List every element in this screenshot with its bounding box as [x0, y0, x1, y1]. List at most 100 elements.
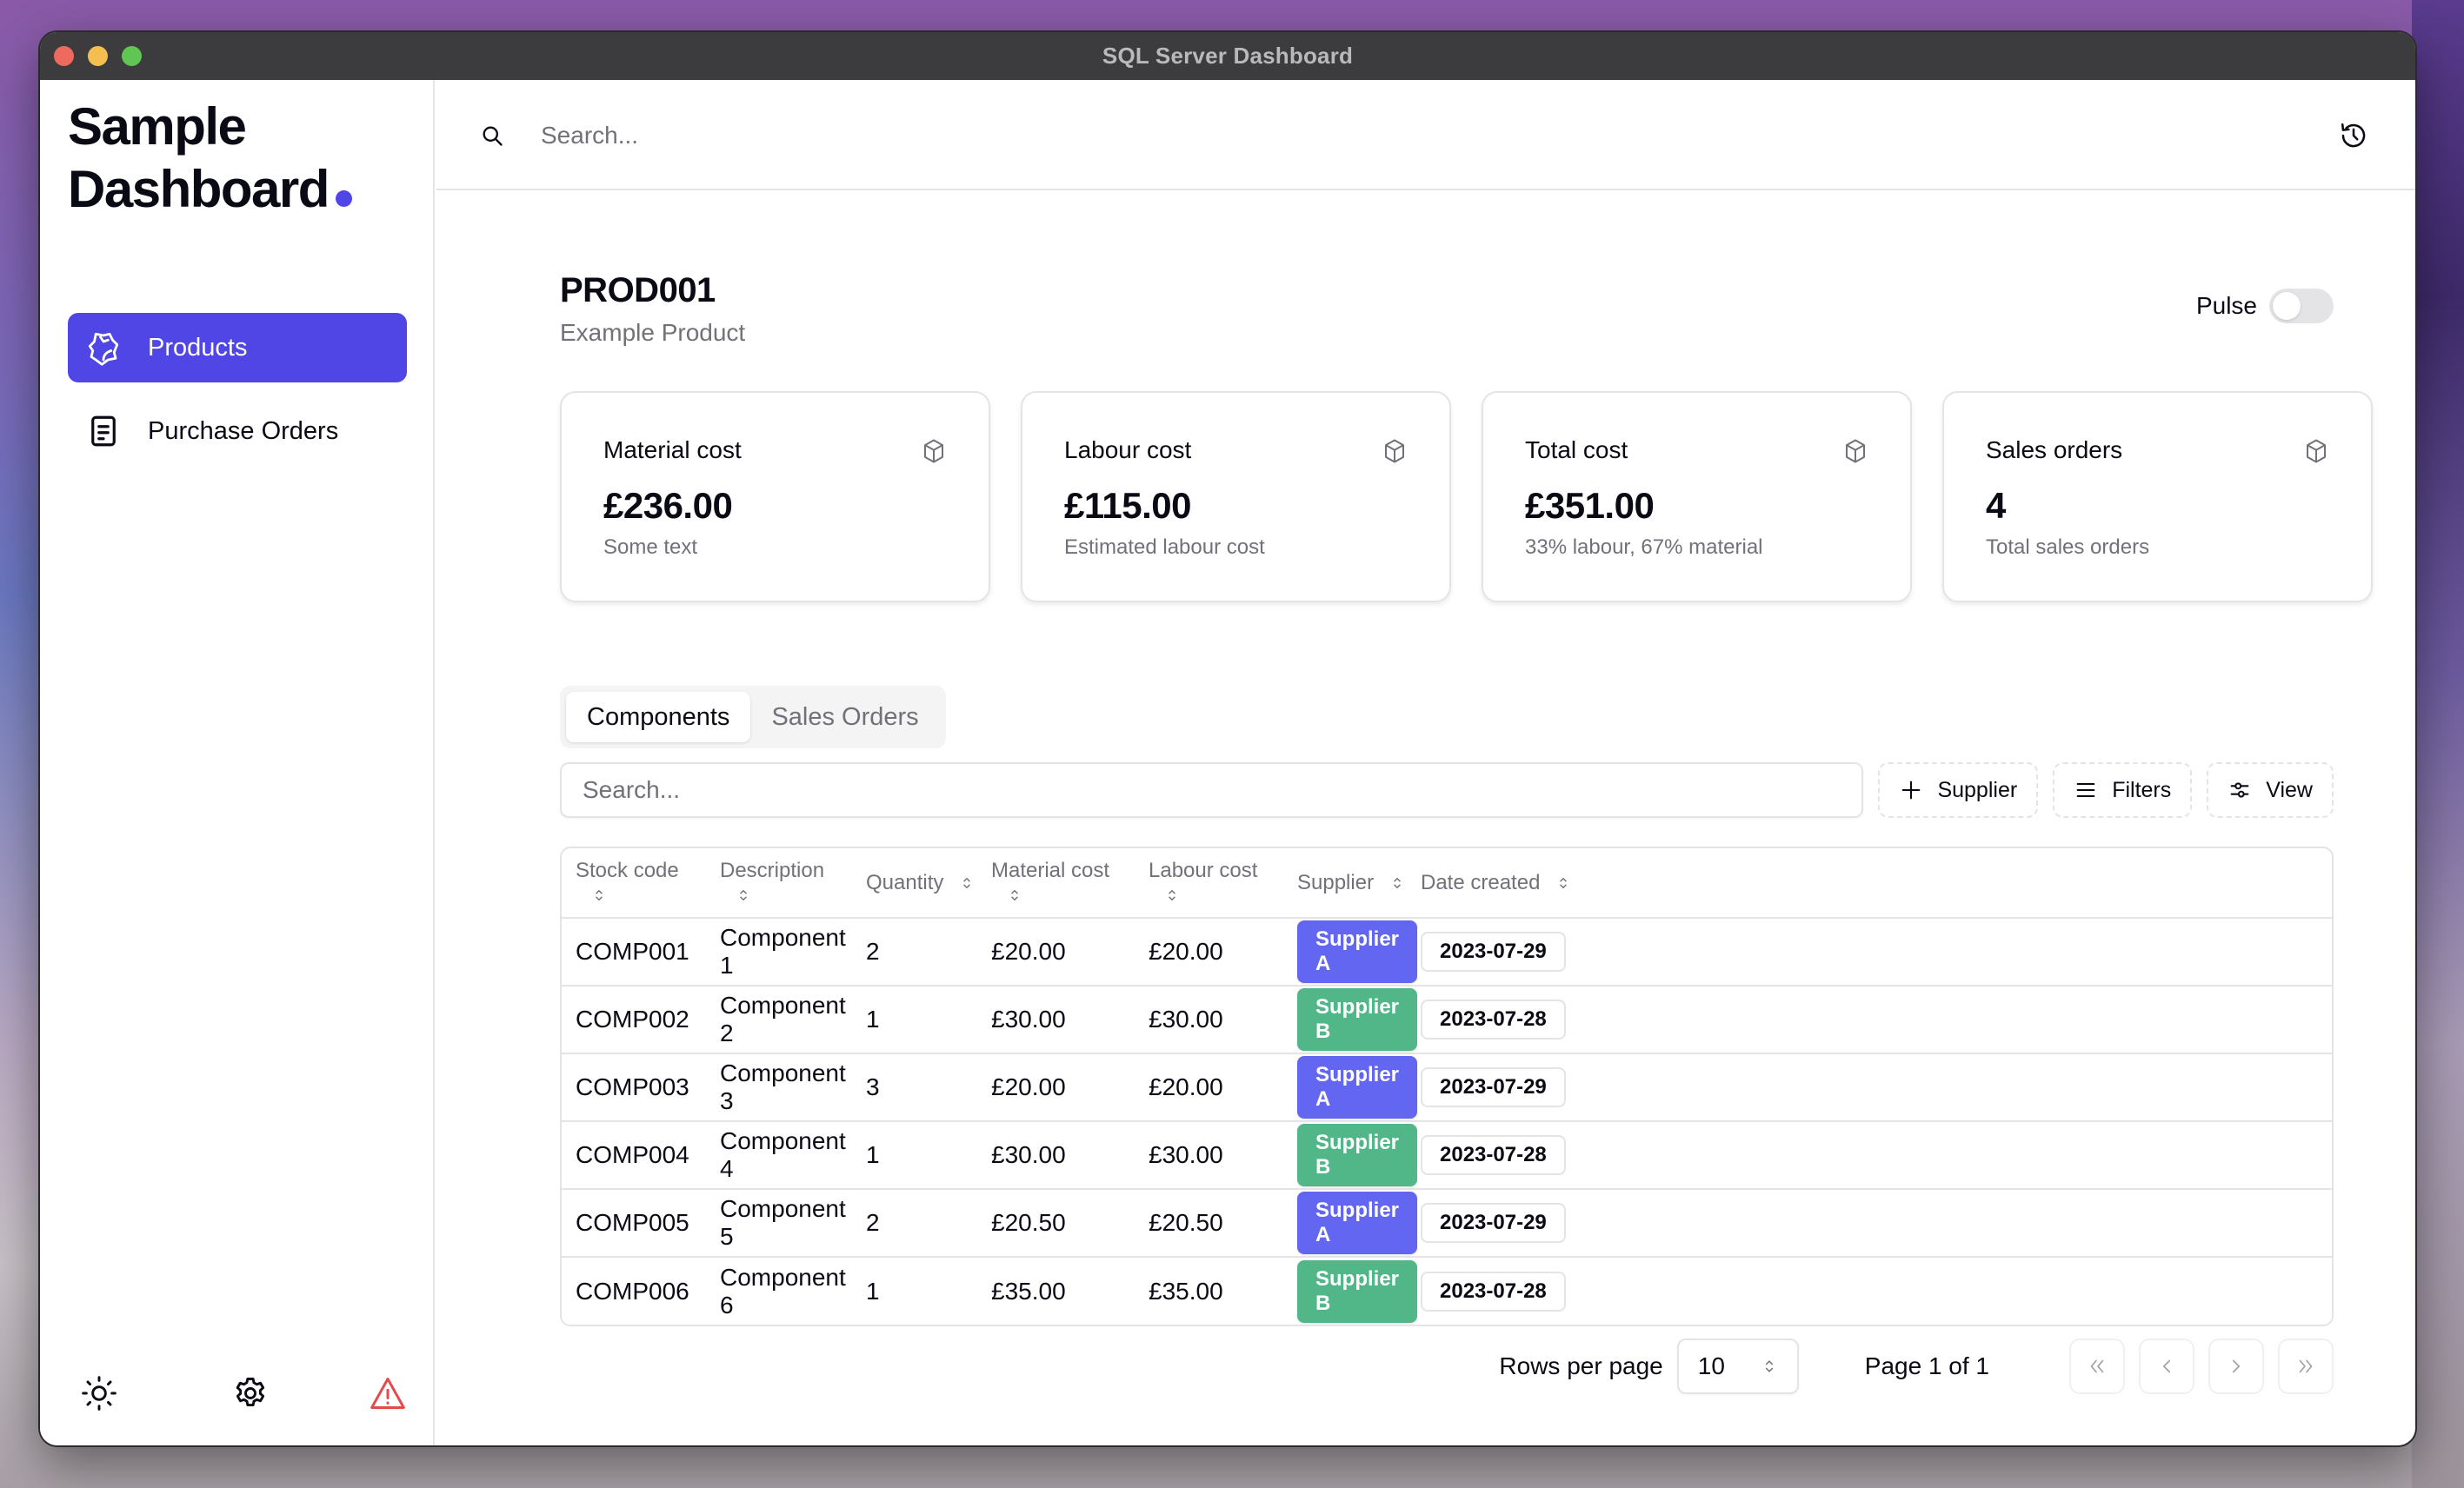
table-row[interactable]: COMP005 Component 5 2 £20.50 £20.50 Supplier … — [562, 1189, 2332, 1258]
gear-icon[interactable] — [231, 1374, 270, 1412]
menu-icon — [2076, 782, 2095, 798]
cell-date-created: 2023-07-28 — [1407, 1121, 2332, 1190]
cell-labour-cost: £35.00 — [1149, 1277, 1223, 1305]
app-window: SQL Server Dashboard Sample Dashboard Pr… — [40, 32, 2415, 1445]
warning-icon[interactable] — [369, 1374, 407, 1412]
close-window-button[interactable] — [54, 46, 74, 66]
sort-icon[interactable] — [1007, 885, 1022, 906]
window-controls — [54, 46, 142, 66]
table-row[interactable]: COMP006 Component 6 1 £35.00 £35.00 Supplier … — [562, 1257, 2332, 1325]
table-row[interactable]: COMP001 Component 1 2 £20.00 £20.00 Supplier … — [562, 918, 2332, 986]
sliders-icon — [2230, 782, 2249, 798]
sidebar-item-products[interactable]: Products — [68, 313, 407, 382]
sort-icon[interactable] — [591, 885, 607, 906]
sort-icon[interactable] — [736, 885, 751, 906]
rows-per-page-label: Rows per page — [1499, 1352, 1663, 1379]
cell-material-cost: £20.00 — [977, 1053, 1135, 1122]
next-page-button[interactable] — [2208, 1339, 2264, 1394]
card-subtext: Total sales orders — [1986, 535, 2150, 559]
cell-description: Component 2 — [706, 986, 852, 1054]
table-search-input[interactable] — [560, 762, 1864, 818]
rows-per-page-select[interactable]: 10 — [1676, 1339, 1799, 1394]
supplier-badge: Supplier A — [1297, 1192, 1418, 1254]
main-content: PROD001 Example Product Pulse Material c… — [436, 80, 2415, 1445]
filters-button-label: Filters — [2112, 777, 2172, 802]
date-chip: 2023-07-28 — [1421, 1135, 1566, 1175]
rows-per-page-value: 10 — [1697, 1352, 1725, 1379]
sort-icon[interactable] — [1555, 873, 1571, 893]
column-header-description[interactable]: Description — [706, 848, 852, 919]
cell-stock-code: COMP002 — [562, 986, 706, 1054]
column-header-supplier[interactable]: Supplier — [1283, 848, 1407, 919]
stat-card-sales-orders: Sales orders 4 Total sales orders — [1942, 391, 2373, 602]
page-header: PROD001 Example Product — [560, 271, 745, 347]
cell-quantity: 2 — [852, 918, 977, 986]
column-header-material-cost[interactable]: Material cost — [977, 848, 1135, 919]
column-header-labour-cost[interactable]: Labour cost — [1135, 848, 1283, 919]
filters-button[interactable]: Filters — [2053, 762, 2193, 818]
last-page-button[interactable] — [2278, 1339, 2334, 1394]
sidebar-item-label: Products — [148, 333, 248, 362]
chevrons-left-icon — [2090, 1359, 2104, 1373]
cell-material-cost: £30.00 — [977, 986, 1135, 1054]
column-header-quantity[interactable]: Quantity — [852, 848, 977, 919]
cell-quantity: 3 — [852, 1053, 977, 1122]
supplier-filter-button[interactable]: Supplier — [1878, 762, 2039, 818]
table-toolbar: Supplier Filters View — [560, 762, 2334, 818]
tab-list: Components Sales Orders — [560, 686, 946, 748]
sun-icon[interactable] — [80, 1374, 118, 1412]
cell-date-created: 2023-07-29 — [1407, 918, 2332, 986]
column-header-stock-code[interactable]: Stock code — [562, 848, 706, 919]
page-title: PROD001 — [560, 271, 716, 309]
tab-components[interactable]: Components — [566, 692, 751, 742]
cell-quantity: 2 — [852, 1189, 977, 1258]
brand-line-2: Dashboard — [68, 160, 330, 218]
supplier-badge: Supplier B — [1297, 1124, 1418, 1186]
cell-quantity: 1 — [852, 1121, 977, 1190]
sort-icon[interactable] — [1389, 873, 1405, 893]
sidebar-item-purchase-orders[interactable]: Purchase Orders — [68, 396, 407, 466]
table-row[interactable]: COMP002 Component 2 1 £30.00 £30.00 Supplier … — [562, 986, 2332, 1054]
cell-material-cost: £20.00 — [977, 918, 1135, 986]
page-info: Page 1 of 1 — [1864, 1352, 1989, 1379]
history-icon[interactable] — [2339, 121, 2368, 150]
table-body: COMP001 Component 1 2 £20.00 £20.00 Supplier … — [562, 918, 2332, 1325]
sidebar-nav: Products Purchase Orders — [68, 313, 407, 480]
sort-icon[interactable] — [959, 873, 975, 893]
card-subtext: Some text — [603, 535, 698, 559]
brand-logo: Sample Dashboard — [68, 96, 352, 221]
cube-icon — [1842, 438, 1868, 464]
cube-icon — [921, 438, 947, 464]
column-header-label: Date created — [1421, 870, 1541, 894]
cell-labour-cost: £30.00 — [1135, 986, 1283, 1054]
first-page-button[interactable] — [2069, 1339, 2125, 1394]
view-button[interactable]: View — [2207, 762, 2334, 818]
sort-icon[interactable] — [1164, 885, 1180, 906]
sidebar: Sample Dashboard Products Purchase Order… — [40, 80, 435, 1445]
minimize-window-button[interactable] — [88, 46, 108, 66]
previous-page-button[interactable] — [2139, 1339, 2194, 1394]
date-chip: 2023-07-29 — [1421, 932, 1566, 972]
table-row[interactable]: COMP003 Component 3 3 £20.00 £20.00 Supplier … — [562, 1053, 2332, 1122]
pulse-toggle[interactable] — [2269, 289, 2334, 323]
cell-quantity: 1 — [852, 986, 977, 1054]
page-subtitle: Example Product — [560, 319, 746, 346]
chevrons-right-icon — [2299, 1359, 2313, 1373]
tab-sales-orders[interactable]: Sales Orders — [750, 692, 939, 742]
cell-quantity: 1 — [866, 1277, 880, 1305]
date-chip: 2023-07-28 — [1421, 1000, 1566, 1040]
stat-card-material-cost: Material cost £236.00 Some text — [560, 391, 990, 602]
cell-labour-cost: £30.00 — [1135, 1121, 1283, 1190]
table-row[interactable]: COMP004 Component 4 1 £30.00 £30.00 Supplier … — [562, 1121, 2332, 1190]
cell-stock-code: COMP003 — [562, 1053, 706, 1122]
global-search-input[interactable] — [541, 115, 2280, 156]
maximize-window-button[interactable] — [122, 46, 142, 66]
cell-material-cost: £30.00 — [977, 1121, 1135, 1190]
column-header-date-created[interactable]: Date created — [1407, 848, 2332, 919]
cell-material-cost: £35.00 — [991, 1277, 1066, 1305]
supplier-badge: Supplier B — [1297, 1259, 1418, 1323]
products-icon — [85, 329, 122, 366]
date-chip: 2023-07-29 — [1421, 1067, 1566, 1107]
cell-labour-cost: £20.00 — [1135, 1053, 1283, 1122]
card-title: Material cost — [603, 436, 742, 463]
